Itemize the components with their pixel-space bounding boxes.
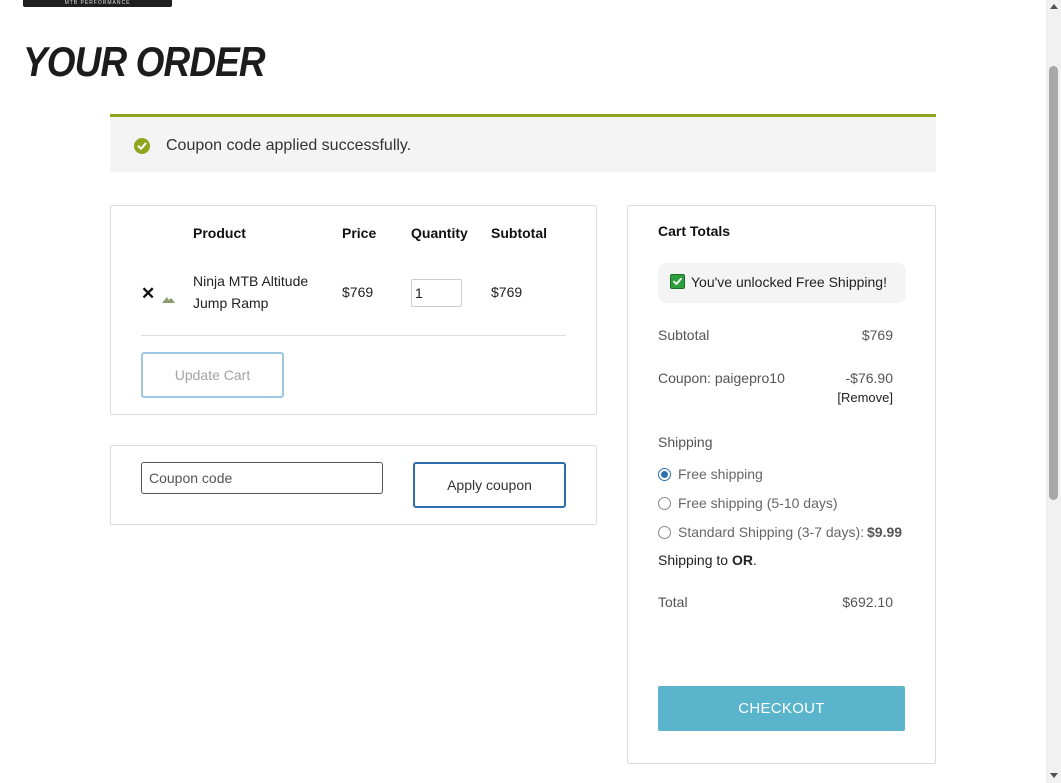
product-thumbnail[interactable] [162,290,175,303]
notice-message: Coupon code applied successfully. [166,137,412,154]
scroll-up-arrow-icon[interactable] [1050,4,1058,9]
total-value: $692.10 [842,594,893,610]
subtotal-value: $769 [861,327,893,343]
product-name-link[interactable]: Ninja MTB Altitude Jump Ramp [193,270,323,314]
free-shipping-text: You've unlocked Free Shipping! [691,274,887,290]
apply-coupon-button[interactable]: Apply coupon [413,462,566,508]
radio-unselected[interactable] [658,525,671,539]
page-title: YOUR ORDER [23,38,266,85]
cart-table: Product Price Quantity Subtotal ✕ Ninja … [110,205,597,415]
shipping-option-label: Free shipping [678,466,763,482]
remove-item-icon[interactable]: ✕ [141,284,155,304]
checkbox-check-icon [670,274,685,289]
coupon-code-input[interactable] [141,462,383,494]
radio-selected[interactable] [658,467,671,481]
page-scrollbar[interactable] [1046,0,1061,783]
shipping-destination: Shipping to OR. [658,552,757,568]
shipping-option-free[interactable]: Free shipping [658,466,763,482]
check-circle-icon [134,138,150,154]
product-subtotal: $769 [491,284,523,300]
subtotal-label: Subtotal [658,327,710,343]
cart-totals: Cart Totals You've unlocked Free Shippin… [627,205,936,764]
product-price: $769 [342,284,374,300]
scrollbar-thumb[interactable] [1049,66,1058,500]
header-subtotal: Subtotal [491,225,547,241]
quantity-input[interactable] [411,279,462,307]
shipping-option-free-5-10[interactable]: Free shipping (5-10 days) [658,495,838,511]
site-logo[interactable]: MTB PERFORMANCE [23,0,172,7]
coupon-label: Coupon: paigepro10 [658,370,785,386]
free-shipping-banner: You've unlocked Free Shipping! [658,263,906,303]
shipping-option-price: $9.99 [867,524,903,540]
remove-coupon-link[interactable]: [Remove] [837,390,893,405]
shipping-to-suffix: . [752,552,757,568]
total-label: Total [658,594,688,610]
header-price: Price [342,225,377,241]
shipping-option-standard[interactable]: Standard Shipping (3-7 days): $9.99 [658,524,902,540]
update-cart-button[interactable]: Update Cart [141,352,284,398]
logo-text: MTB PERFORMANCE [64,0,131,6]
shipping-label: Shipping [658,434,713,450]
shipping-state: OR [731,552,753,568]
header-product: Product [193,225,246,241]
header-quantity: Quantity [411,225,468,241]
radio-unselected[interactable] [658,496,671,510]
checkout-button[interactable]: CHECKOUT [658,686,905,731]
row-divider [141,335,566,336]
coupon-discount-value: -$76.90 [845,370,893,386]
shipping-option-label: Standard Shipping (3-7 days): [678,524,864,540]
shipping-option-label: Free shipping (5-10 days) [678,495,838,511]
cart-totals-title: Cart Totals [658,223,731,239]
scroll-down-arrow-icon[interactable] [1050,773,1058,778]
success-notice: Coupon code applied successfully. [110,114,936,172]
coupon-section: Apply coupon [110,445,597,525]
shipping-to-prefix: Shipping to [658,552,729,568]
